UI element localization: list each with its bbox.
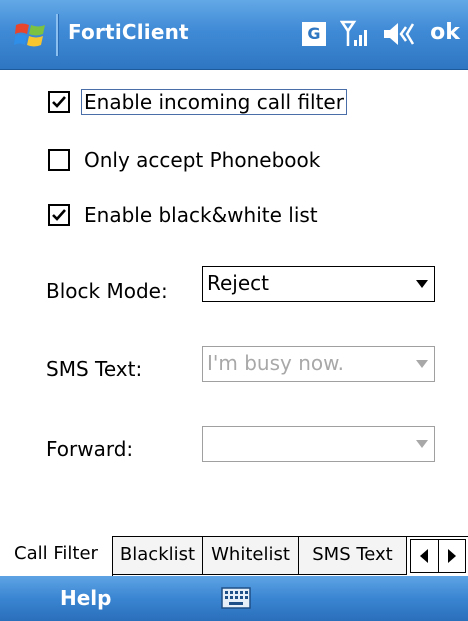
speaker-icon[interactable] <box>382 19 418 49</box>
incoming-call-filter-option[interactable]: Enable incoming call filter <box>48 87 347 117</box>
chevron-down-icon <box>416 440 428 448</box>
chevron-down-icon <box>416 280 428 288</box>
block-mode-dropdown[interactable]: Reject <box>202 266 435 302</box>
title-bar: FortiClient G ok <box>0 0 468 70</box>
block-mode-value: Reject <box>207 271 270 295</box>
sms-text-label: SMS Text: <box>46 357 143 381</box>
keyboard-icon[interactable] <box>221 587 251 609</box>
checkmark-icon <box>52 209 66 221</box>
tab-scroll-right-button[interactable] <box>437 540 466 572</box>
incoming-call-filter-label: Enable incoming call filter <box>81 89 347 115</box>
only-accept-phonebook-option[interactable]: Only accept Phonebook <box>48 145 320 175</box>
forward-dropdown[interactable] <box>202 426 435 462</box>
windows-flag-icon[interactable] <box>14 19 48 51</box>
help-button[interactable]: Help <box>60 586 111 610</box>
tab-strip: Call Filter Blacklist Whitelist SMS Text <box>0 536 468 577</box>
app-title: FortiClient <box>68 20 189 44</box>
tab-whitelist[interactable]: Whitelist <box>203 537 299 575</box>
black-white-list-option[interactable]: Enable black&white list <box>48 200 318 230</box>
sms-text-value: I'm busy now. <box>207 351 345 375</box>
tab-scroll-buttons <box>410 539 466 573</box>
block-mode-label: Block Mode: <box>46 279 168 303</box>
arrow-right-icon <box>447 549 456 563</box>
ok-button[interactable]: ok <box>426 16 464 52</box>
gprs-icon[interactable]: G <box>302 22 326 46</box>
tab-call-filter[interactable]: Call Filter <box>0 536 113 576</box>
only-accept-phonebook-checkbox[interactable] <box>48 149 70 171</box>
tab-sms-text[interactable]: SMS Text <box>299 537 407 575</box>
sms-text-dropdown[interactable]: I'm busy now. <box>202 346 435 382</box>
black-white-list-label: Enable black&white list <box>84 203 318 227</box>
chevron-down-icon <box>416 360 428 368</box>
forward-label: Forward: <box>46 437 134 461</box>
incoming-call-filter-checkbox[interactable] <box>48 91 70 113</box>
tab-blacklist[interactable]: Blacklist <box>113 537 203 575</box>
tab-scroll-left-button[interactable] <box>411 540 438 572</box>
menu-bar: Help <box>0 576 468 621</box>
signal-strength-icon[interactable] <box>340 18 372 50</box>
only-accept-phonebook-label: Only accept Phonebook <box>84 148 321 172</box>
arrow-left-icon <box>420 549 429 563</box>
checkmark-icon <box>52 96 66 108</box>
black-white-list-checkbox[interactable] <box>48 204 70 226</box>
title-separator <box>56 14 59 56</box>
